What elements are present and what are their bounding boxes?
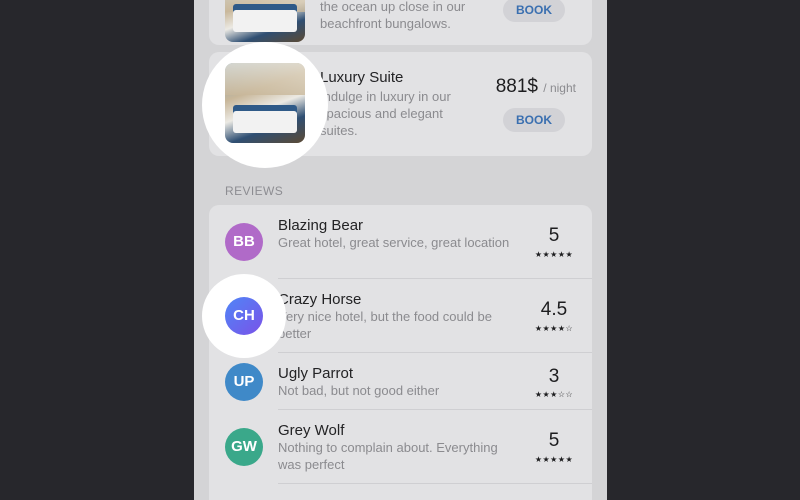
reviewer-name: Crazy Horse [278,291,362,308]
reviewer-name: Blazing Bear [278,217,364,234]
reviews-section-header: REVIEWS [225,184,284,198]
review-score: 3 [548,366,560,387]
review-item[interactable]: UP Ugly Parrot Not bad, but not good eit… [209,353,592,410]
room-thumbnail [225,0,305,42]
room-price: 881$ / night [496,76,576,98]
price-value: 881$ [495,76,539,97]
review-item[interactable]: GW Grey Wolf Nothing to complain about. … [209,410,592,484]
book-button[interactable]: BOOK [503,108,565,132]
star-rating: ★★★☆☆ [534,390,574,399]
room-description: the ocean up close in our beachfront bun… [320,0,466,31]
review-comment: Not bad, but not good either [278,383,440,398]
star-rating: ★★★★★ [534,250,574,259]
room-thumbnail [225,63,305,143]
highlight-spot [202,42,328,168]
highlight-spot: CH [202,274,286,358]
price-unit: / night [543,81,576,95]
room-description: Indulge in luxury in our spacious and el… [320,89,451,138]
reviewer-name: Grey Wolf [278,422,345,439]
star-rating: ★★★★★ [534,455,574,464]
avatar: CH [225,297,263,335]
avatar: BB [225,223,263,261]
reviewer-name: Ugly Parrot [278,365,354,382]
review-comment: Great hotel, great service, great locati… [278,235,510,250]
avatar: UP [225,363,263,401]
avatar: GW [225,428,263,466]
star-rating: ★★★★☆ [534,324,574,333]
book-button[interactable]: BOOK [503,0,565,22]
phone-screen: the ocean up close in our beachfront bun… [194,0,607,500]
review-comment: Very nice hotel, but the food could be b… [278,309,492,341]
review-item-partial[interactable] [209,484,592,500]
room-title: Luxury Suite [320,69,404,86]
review-score: 4.5 [540,299,568,320]
reviews-list: BB Blazing Bear Great hotel, great servi… [209,205,592,500]
room-card-bungalow[interactable]: the ocean up close in our beachfront bun… [209,0,592,45]
review-score: 5 [548,430,560,451]
review-item[interactable]: BB Blazing Bear Great hotel, great servi… [209,205,592,279]
review-comment: Nothing to complain about. Everything wa… [278,440,498,472]
review-score: 5 [548,225,560,246]
